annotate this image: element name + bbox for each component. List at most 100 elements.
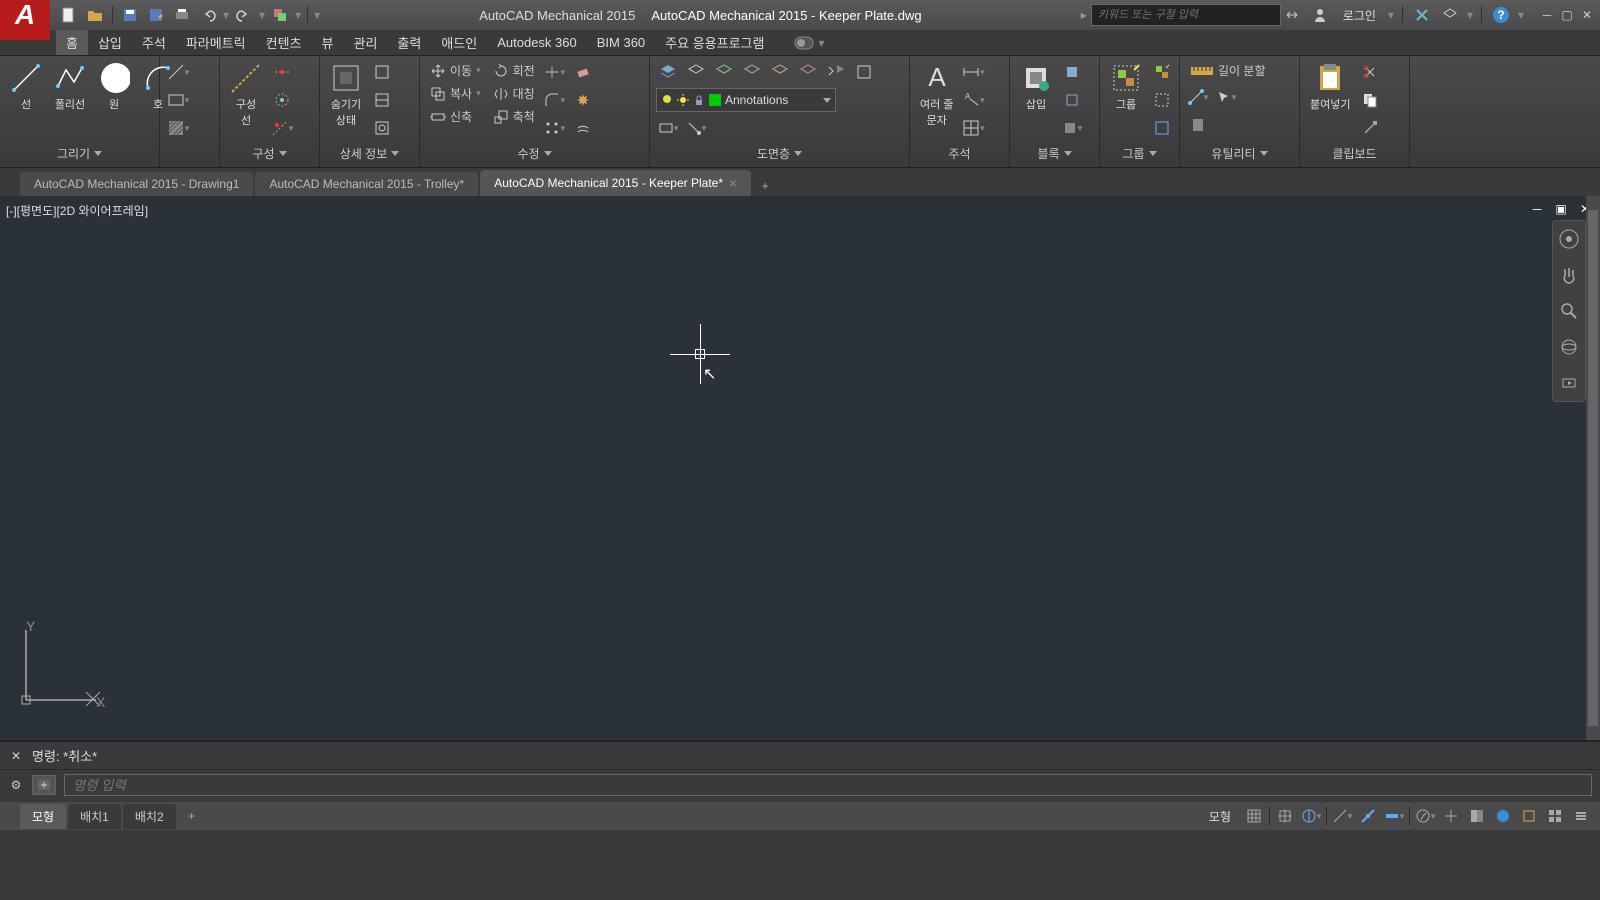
search-input[interactable]	[1091, 4, 1281, 26]
explode-icon[interactable]	[571, 88, 595, 112]
ungroup-icon[interactable]	[1150, 60, 1174, 84]
mtext-button[interactable]: A 여러 줄 문자	[916, 60, 957, 130]
line-button[interactable]: 선	[6, 60, 46, 114]
user-icon[interactable]	[1309, 4, 1331, 26]
group-panel-title[interactable]: 그룹	[1106, 143, 1173, 163]
open-icon[interactable]	[84, 4, 106, 26]
block-panel-title[interactable]: 블록	[1016, 143, 1093, 163]
layout-add-button[interactable]: +	[182, 807, 202, 825]
vp-minimize-button[interactable]: ─	[1528, 202, 1546, 216]
tab-addin[interactable]: 애드인	[431, 30, 487, 55]
print-icon[interactable]	[171, 4, 193, 26]
array-icon[interactable]: ▾	[543, 116, 567, 140]
maximize-button[interactable]: ▢	[1558, 7, 1576, 23]
construction-line-button[interactable]: 구성 선	[226, 60, 266, 130]
tab-manage[interactable]: 관리	[343, 30, 387, 55]
hatch-icon[interactable]: ▾	[166, 116, 190, 140]
rotate-button[interactable]: 회전	[489, 60, 539, 81]
layer-off-icon[interactable]	[768, 60, 792, 84]
draw-panel-title[interactable]: 그리기	[6, 143, 153, 163]
add-tab-button[interactable]: +	[753, 176, 777, 196]
command-input[interactable]	[64, 774, 1592, 796]
minimize-button[interactable]: ─	[1538, 7, 1556, 23]
insert-button[interactable]: 삽입	[1016, 60, 1056, 114]
close-button[interactable]: ✕	[1578, 7, 1596, 23]
detail-1-icon[interactable]	[370, 60, 394, 84]
drawing-viewport[interactable]: [-][평면도][2D 와이어프레임] ─ ▣ ✕ ↖ Y X	[0, 196, 1600, 740]
layer-prop-icon[interactable]	[656, 60, 680, 84]
customize-icon[interactable]	[1570, 805, 1592, 827]
scrollbar-vertical[interactable]	[1586, 196, 1600, 740]
cline-proj-icon[interactable]: ▾	[270, 116, 294, 140]
tab-bim360[interactable]: BIM 360	[587, 32, 655, 53]
detail-2-icon[interactable]	[370, 88, 394, 112]
osnap-toggle-icon[interactable]	[1357, 805, 1379, 827]
layout-tab-model[interactable]: 모형	[20, 804, 66, 829]
group-edit-icon[interactable]	[1150, 88, 1174, 112]
pan-icon[interactable]	[1557, 263, 1581, 287]
vp-maximize-button[interactable]: ▣	[1552, 202, 1570, 216]
layer-match2-icon[interactable]: ▾	[684, 116, 708, 140]
copy-button[interactable]: 복사▾	[426, 83, 485, 104]
layer-lock-icon[interactable]	[796, 60, 820, 84]
layout-tab-1[interactable]: 배치1	[68, 804, 121, 829]
construction-panel-title[interactable]: 구성	[226, 143, 313, 163]
distance-button[interactable]: 길이 분할	[1186, 60, 1270, 81]
fillet-icon[interactable]: ▾	[543, 88, 567, 112]
clean-screen-icon[interactable]	[1544, 805, 1566, 827]
select-icon[interactable]: ▾	[1214, 85, 1238, 109]
dim-icon[interactable]: ▾	[961, 60, 985, 84]
app-menu-button[interactable]: A	[0, 0, 50, 40]
polar-toggle-icon[interactable]: ▾	[1331, 805, 1353, 827]
viewport-controls[interactable]: [-][평면도][2D 와이어프레임]	[6, 202, 148, 219]
tab-content[interactable]: 컨텐츠	[256, 30, 312, 55]
zoom-icon[interactable]	[1557, 299, 1581, 323]
detail-panel-title[interactable]: 상세 정보	[326, 143, 413, 163]
block-create-icon[interactable]	[1060, 60, 1084, 84]
drawing-tab-0[interactable]: AutoCAD Mechanical 2015 - Drawing1	[20, 172, 253, 196]
tab-view[interactable]: 뷰	[312, 30, 344, 55]
orbit-icon[interactable]	[1557, 335, 1581, 359]
layer-state-icon[interactable]	[684, 60, 708, 84]
group-button[interactable]: 그룹	[1106, 60, 1146, 114]
calc-icon[interactable]	[1186, 113, 1210, 137]
measure-icon[interactable]: ▾	[1186, 85, 1210, 109]
block-edit-icon[interactable]	[1060, 88, 1084, 112]
saveas-icon[interactable]	[145, 4, 167, 26]
table-icon[interactable]: ▾	[961, 116, 985, 140]
trim-icon[interactable]: ▾	[543, 60, 567, 84]
move-button[interactable]: 이동▾	[426, 60, 485, 81]
tab-home[interactable]: 홈	[56, 30, 88, 55]
model-space-toggle[interactable]: 모형	[1201, 806, 1239, 827]
exchange-icon[interactable]	[1281, 4, 1303, 26]
save-icon[interactable]	[119, 4, 141, 26]
circle-button[interactable]: 원	[94, 60, 134, 114]
exchange-x-icon[interactable]	[1411, 4, 1433, 26]
annovisibility-icon[interactable]	[1440, 805, 1462, 827]
detail-3-icon[interactable]	[370, 116, 394, 140]
grid-toggle-icon[interactable]	[1243, 805, 1265, 827]
modify-panel-title[interactable]: 수정	[426, 143, 643, 163]
cmdline-close-icon[interactable]: ✕	[8, 749, 24, 763]
layout-tab-2[interactable]: 배치2	[123, 804, 176, 829]
lwt-toggle-icon[interactable]: ▾	[1383, 805, 1405, 827]
isolate-icon[interactable]	[1518, 805, 1540, 827]
undo-icon[interactable]	[197, 4, 219, 26]
tab-output[interactable]: 출력	[387, 30, 431, 55]
login-button[interactable]: 로그인	[1337, 7, 1382, 24]
close-icon[interactable]: ×	[729, 175, 737, 191]
autodesk-360-icon[interactable]	[1439, 4, 1461, 26]
layer-prev-icon[interactable]: ▾	[656, 116, 680, 140]
mirror-button[interactable]: 대칭	[489, 83, 539, 104]
layer-iso-icon[interactable]	[712, 60, 736, 84]
scale-button[interactable]: 축척	[489, 106, 539, 127]
new-icon[interactable]	[58, 4, 80, 26]
paste-button[interactable]: 붙여넣기	[1306, 60, 1354, 114]
leader-icon[interactable]: A▾	[961, 88, 985, 112]
help-icon[interactable]: ?	[1490, 4, 1512, 26]
polyline-button[interactable]: 폴리선	[50, 60, 90, 114]
hardware-accel-icon[interactable]	[1492, 805, 1514, 827]
block-attr-icon[interactable]: ▾	[1060, 116, 1084, 140]
panel-toggle[interactable]: ▾	[794, 36, 824, 50]
offset-icon[interactable]	[571, 116, 595, 140]
